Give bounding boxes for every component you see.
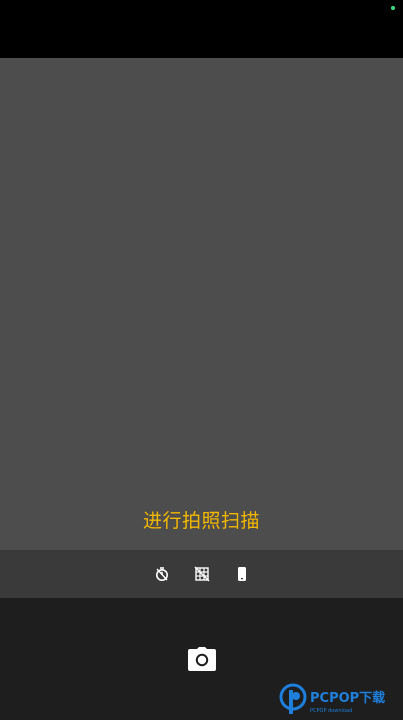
watermark-tagline-text: PCPOP download [310, 708, 352, 714]
timer-button[interactable] [153, 565, 171, 583]
shutter-button[interactable] [187, 644, 217, 674]
grid-off-icon [194, 566, 209, 582]
scan-hint-text: 进行拍照扫描 [142, 510, 260, 532]
grid-toggle-button[interactable] [193, 565, 211, 583]
status-indicator-dot [391, 6, 395, 10]
camera-toolbar [0, 550, 403, 598]
camera-icon [188, 647, 216, 671]
watermark-brand-text: PCPOP下载 [310, 690, 385, 706]
phone-orientation-icon [237, 567, 246, 581]
camera-viewfinder[interactable]: 进行拍照扫描 [0, 58, 403, 550]
pcpop-watermark-logo: PCPOP下载 PCPOP download [279, 683, 385, 714]
top-bar [0, 0, 403, 58]
bottom-panel: PCPOP下载 PCPOP download [0, 598, 403, 720]
orientation-button[interactable] [233, 565, 251, 583]
timer-icon [155, 567, 168, 581]
